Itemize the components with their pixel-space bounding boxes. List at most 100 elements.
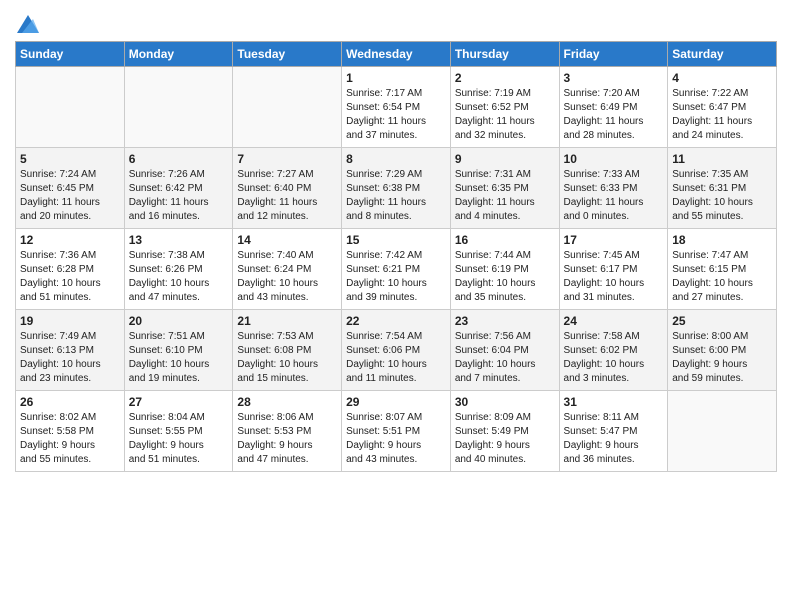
day-number: 1 bbox=[346, 71, 446, 85]
day-number: 4 bbox=[672, 71, 772, 85]
day-number: 17 bbox=[564, 233, 664, 247]
day-cell bbox=[124, 67, 233, 148]
day-cell: 10Sunrise: 7:33 AM Sunset: 6:33 PM Dayli… bbox=[559, 148, 668, 229]
day-number: 21 bbox=[237, 314, 337, 328]
day-cell: 11 Sunrise: 7:35 AM Sunset: 6:31 PM Dayli… bbox=[668, 148, 777, 229]
day-info: Sunrise: 7:17 AM Sunset: 6:54 PM Dayligh… bbox=[346, 87, 446, 143]
day-cell: 1 Sunrise: 7:17 AM Sunset: 6:54 PM Daylig… bbox=[342, 67, 451, 148]
day-cell: 12Sunrise: 7:36 AM Sunset: 6:28 PM Dayli… bbox=[16, 229, 125, 310]
day-cell: 30 Sunrise: 8:09 AM Sunset: 5:49 PM Dayli… bbox=[450, 391, 559, 472]
day-info: Sunrise: 8:11 AM Sunset: 5:47 PM Dayligh… bbox=[564, 411, 664, 467]
day-cell: 20 Sunrise: 7:51 AM Sunset: 6:10 PM Dayli… bbox=[124, 310, 233, 391]
day-info: Sunrise: 7:38 AM Sunset: 6:26 PM Dayligh… bbox=[129, 249, 229, 305]
day-info: Sunrise: 7:22 AM Sunset: 6:47 PM Dayligh… bbox=[672, 87, 772, 143]
day-cell: 15 Sunrise: 7:42 AM Sunset: 6:21 PM Dayli… bbox=[342, 229, 451, 310]
day-info: Sunrise: 8:04 AM Sunset: 5:55 PM Dayligh… bbox=[129, 411, 229, 467]
week-row: 12Sunrise: 7:36 AM Sunset: 6:28 PM Dayli… bbox=[16, 229, 777, 310]
day-info: Sunrise: 7:27 AM Sunset: 6:40 PM Dayligh… bbox=[237, 168, 337, 224]
day-cell: 31 Sunrise: 8:11 AM Sunset: 5:47 PM Dayli… bbox=[559, 391, 668, 472]
day-number: 30 bbox=[455, 395, 555, 409]
day-cell bbox=[668, 391, 777, 472]
day-cell: 9 Sunrise: 7:31 AM Sunset: 6:35 PM Daylig… bbox=[450, 148, 559, 229]
header bbox=[15, 10, 777, 33]
day-number: 6 bbox=[129, 152, 229, 166]
header-row: SundayMondayTuesdayWednesdayThursdayFrid… bbox=[16, 42, 777, 67]
day-info: Sunrise: 7:26 AM Sunset: 6:42 PM Dayligh… bbox=[129, 168, 229, 224]
day-number: 19 bbox=[20, 314, 120, 328]
day-info: Sunrise: 7:54 AM Sunset: 6:06 PM Dayligh… bbox=[346, 330, 446, 386]
day-cell: 22 Sunrise: 7:54 AM Sunset: 6:06 PM Dayli… bbox=[342, 310, 451, 391]
day-cell: 17 Sunrise: 7:45 AM Sunset: 6:17 PM Dayli… bbox=[559, 229, 668, 310]
day-number: 22 bbox=[346, 314, 446, 328]
day-number: 16 bbox=[455, 233, 555, 247]
day-info: Sunrise: 7:45 AM Sunset: 6:17 PM Dayligh… bbox=[564, 249, 664, 305]
day-number: 13 bbox=[129, 233, 229, 247]
day-number: 3 bbox=[564, 71, 664, 85]
day-info: Sunrise: 7:47 AM Sunset: 6:15 PM Dayligh… bbox=[672, 249, 772, 305]
day-number: 7 bbox=[237, 152, 337, 166]
day-info: Sunrise: 7:49 AM Sunset: 6:13 PM Dayligh… bbox=[20, 330, 120, 386]
day-number: 23 bbox=[455, 314, 555, 328]
day-cell bbox=[233, 67, 342, 148]
day-cell: 25 Sunrise: 8:00 AM Sunset: 6:00 PM Dayli… bbox=[668, 310, 777, 391]
day-cell: 4 Sunrise: 7:22 AM Sunset: 6:47 PM Daylig… bbox=[668, 67, 777, 148]
header-day: Wednesday bbox=[342, 42, 451, 67]
day-cell: 5 Sunrise: 7:24 AM Sunset: 6:45 PM Daylig… bbox=[16, 148, 125, 229]
header-day: Sunday bbox=[16, 42, 125, 67]
day-cell: 3 Sunrise: 7:20 AM Sunset: 6:49 PM Daylig… bbox=[559, 67, 668, 148]
day-number: 25 bbox=[672, 314, 772, 328]
day-cell: 21 Sunrise: 7:53 AM Sunset: 6:08 PM Dayli… bbox=[233, 310, 342, 391]
day-info: Sunrise: 7:42 AM Sunset: 6:21 PM Dayligh… bbox=[346, 249, 446, 305]
day-info: Sunrise: 7:20 AM Sunset: 6:49 PM Dayligh… bbox=[564, 87, 664, 143]
day-cell: 28Sunrise: 8:06 AM Sunset: 5:53 PM Dayli… bbox=[233, 391, 342, 472]
day-info: Sunrise: 7:31 AM Sunset: 6:35 PM Dayligh… bbox=[455, 168, 555, 224]
day-number: 29 bbox=[346, 395, 446, 409]
day-info: Sunrise: 7:19 AM Sunset: 6:52 PM Dayligh… bbox=[455, 87, 555, 143]
day-info: Sunrise: 7:35 AM Sunset: 6:31 PM Dayligh… bbox=[672, 168, 772, 224]
day-info: Sunrise: 7:56 AM Sunset: 6:04 PM Dayligh… bbox=[455, 330, 555, 386]
day-info: Sunrise: 7:24 AM Sunset: 6:45 PM Dayligh… bbox=[20, 168, 120, 224]
day-cell: 18 Sunrise: 7:47 AM Sunset: 6:15 PM Dayli… bbox=[668, 229, 777, 310]
header-day: Thursday bbox=[450, 42, 559, 67]
day-number: 14 bbox=[237, 233, 337, 247]
week-row: 5 Sunrise: 7:24 AM Sunset: 6:45 PM Daylig… bbox=[16, 148, 777, 229]
day-cell: 29 Sunrise: 8:07 AM Sunset: 5:51 PM Dayli… bbox=[342, 391, 451, 472]
day-info: Sunrise: 7:58 AM Sunset: 6:02 PM Dayligh… bbox=[564, 330, 664, 386]
logo bbox=[15, 15, 39, 33]
header-day: Tuesday bbox=[233, 42, 342, 67]
day-number: 18 bbox=[672, 233, 772, 247]
day-number: 15 bbox=[346, 233, 446, 247]
day-cell: 7 Sunrise: 7:27 AM Sunset: 6:40 PM Daylig… bbox=[233, 148, 342, 229]
week-row: 26Sunrise: 8:02 AM Sunset: 5:58 PM Dayli… bbox=[16, 391, 777, 472]
day-info: Sunrise: 7:40 AM Sunset: 6:24 PM Dayligh… bbox=[237, 249, 337, 305]
day-cell: 16 Sunrise: 7:44 AM Sunset: 6:19 PM Dayli… bbox=[450, 229, 559, 310]
header-day: Monday bbox=[124, 42, 233, 67]
day-number: 20 bbox=[129, 314, 229, 328]
day-cell: 2 Sunrise: 7:19 AM Sunset: 6:52 PM Daylig… bbox=[450, 67, 559, 148]
day-info: Sunrise: 7:29 AM Sunset: 6:38 PM Dayligh… bbox=[346, 168, 446, 224]
day-cell: 24 Sunrise: 7:58 AM Sunset: 6:02 PM Dayli… bbox=[559, 310, 668, 391]
day-number: 26 bbox=[20, 395, 120, 409]
day-number: 12 bbox=[20, 233, 120, 247]
day-cell: 14 Sunrise: 7:40 AM Sunset: 6:24 PM Dayli… bbox=[233, 229, 342, 310]
header-day: Friday bbox=[559, 42, 668, 67]
day-info: Sunrise: 8:06 AM Sunset: 5:53 PM Dayligh… bbox=[237, 411, 337, 467]
day-info: Sunrise: 7:51 AM Sunset: 6:10 PM Dayligh… bbox=[129, 330, 229, 386]
day-number: 11 bbox=[672, 152, 772, 166]
page: SundayMondayTuesdayWednesdayThursdayFrid… bbox=[0, 0, 792, 612]
day-number: 5 bbox=[20, 152, 120, 166]
day-number: 9 bbox=[455, 152, 555, 166]
day-cell: 6 Sunrise: 7:26 AM Sunset: 6:42 PM Daylig… bbox=[124, 148, 233, 229]
day-info: Sunrise: 7:53 AM Sunset: 6:08 PM Dayligh… bbox=[237, 330, 337, 386]
day-info: Sunrise: 8:00 AM Sunset: 6:00 PM Dayligh… bbox=[672, 330, 772, 386]
day-number: 27 bbox=[129, 395, 229, 409]
day-cell: 19 Sunrise: 7:49 AM Sunset: 6:13 PM Dayli… bbox=[16, 310, 125, 391]
day-cell: 26Sunrise: 8:02 AM Sunset: 5:58 PM Dayli… bbox=[16, 391, 125, 472]
day-info: Sunrise: 7:44 AM Sunset: 6:19 PM Dayligh… bbox=[455, 249, 555, 305]
day-info: Sunrise: 8:07 AM Sunset: 5:51 PM Dayligh… bbox=[346, 411, 446, 467]
day-number: 2 bbox=[455, 71, 555, 85]
day-info: Sunrise: 8:09 AM Sunset: 5:49 PM Dayligh… bbox=[455, 411, 555, 467]
day-number: 31 bbox=[564, 395, 664, 409]
day-number: 24 bbox=[564, 314, 664, 328]
week-row: 1 Sunrise: 7:17 AM Sunset: 6:54 PM Daylig… bbox=[16, 67, 777, 148]
